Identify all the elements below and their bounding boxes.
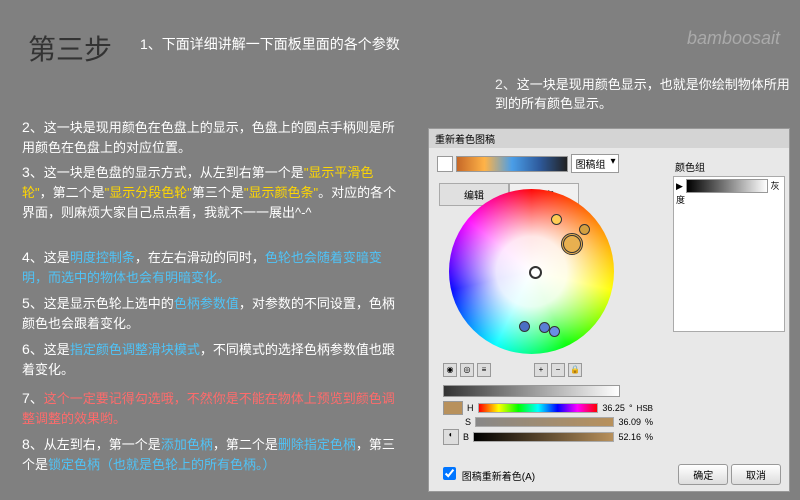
ok-button[interactable]: 确定 (678, 464, 728, 485)
item-7: 7、这个一定要记得勾选哦，不然你是不能在物体上预览到颜色调整调整的效果哟。 (22, 388, 402, 429)
segment-wheel-icon[interactable]: ◎ (460, 363, 474, 377)
color-handle[interactable] (519, 321, 530, 332)
color-wheel[interactable] (449, 189, 614, 354)
s-slider[interactable] (475, 417, 614, 427)
lock-handle-icon[interactable]: 🔒 (568, 363, 582, 377)
palette-icon[interactable] (437, 156, 453, 172)
brightness-slider[interactable] (443, 385, 620, 397)
item-4: 4、这是明度控制条，在左右滑动的同时，色轮也会随着变暗变明，而选中的物体也会有明… (22, 247, 402, 288)
recolor-panel: 重新着色图稿 图稿组 编辑 指定 颜色组 ▶ 灰度 ◉ ◎ ≡ + − 🔒 H3… (428, 128, 790, 492)
h-slider[interactable] (478, 403, 599, 413)
color-handle[interactable] (549, 326, 560, 337)
color-handle[interactable] (579, 224, 590, 235)
current-colors-bar[interactable] (456, 156, 568, 172)
subtitle: 1、下面详细讲解一下面板里面的各个参数 (140, 34, 400, 54)
recolor-artwork-checkbox[interactable] (443, 467, 456, 480)
artwork-group-dropdown[interactable]: 图稿组 (571, 154, 619, 173)
item-2: 2、这一块是现用颜色在色盘上的显示，色盘上的圆点手柄则是所用颜色在色盘上的对应位… (22, 117, 402, 158)
panel-title: 重新着色图稿 (429, 129, 789, 148)
item-6: 6、这是指定颜色调整滑块模式，不同模式的选择色柄参数值也跟着变化。 (22, 339, 402, 380)
mode-icon[interactable]: ◐ (443, 429, 459, 445)
b-slider[interactable] (473, 432, 614, 442)
hsb-mode[interactable]: HSB (637, 404, 653, 413)
color-handle[interactable] (551, 214, 562, 225)
color-handle-center[interactable] (529, 266, 542, 279)
item-8: 8、从左到右，第一个是添加色柄，第二个是删除指定色柄，第三个是锁定色柄（也就是色… (22, 434, 402, 475)
add-handle-icon[interactable]: + (534, 363, 548, 377)
step-title: 第三步 (28, 28, 112, 68)
smooth-wheel-icon[interactable]: ◉ (443, 363, 457, 377)
gray-gradient[interactable] (686, 179, 768, 193)
note-2-right: 2、这一块是现用颜色显示，也就是你绘制物体所用到的所有颜色显示。 (495, 75, 795, 113)
cancel-button[interactable]: 取消 (731, 464, 781, 485)
color-handle-main[interactable] (561, 233, 583, 255)
color-bars-icon[interactable]: ≡ (477, 363, 491, 377)
item-3: 3、这一块是色盘的显示方式，从左到右第一个是"显示平滑色轮"，第二个是"显示分段… (22, 162, 402, 222)
watermark: bamboosait (687, 28, 780, 49)
item-5: 5、这是显示色轮上选中的色柄参数值，对参数的不同设置，色柄颜色也会跟着变化。 (22, 293, 402, 334)
remove-handle-icon[interactable]: − (551, 363, 565, 377)
color-group-panel: 颜色组 ▶ 灰度 (673, 157, 785, 332)
